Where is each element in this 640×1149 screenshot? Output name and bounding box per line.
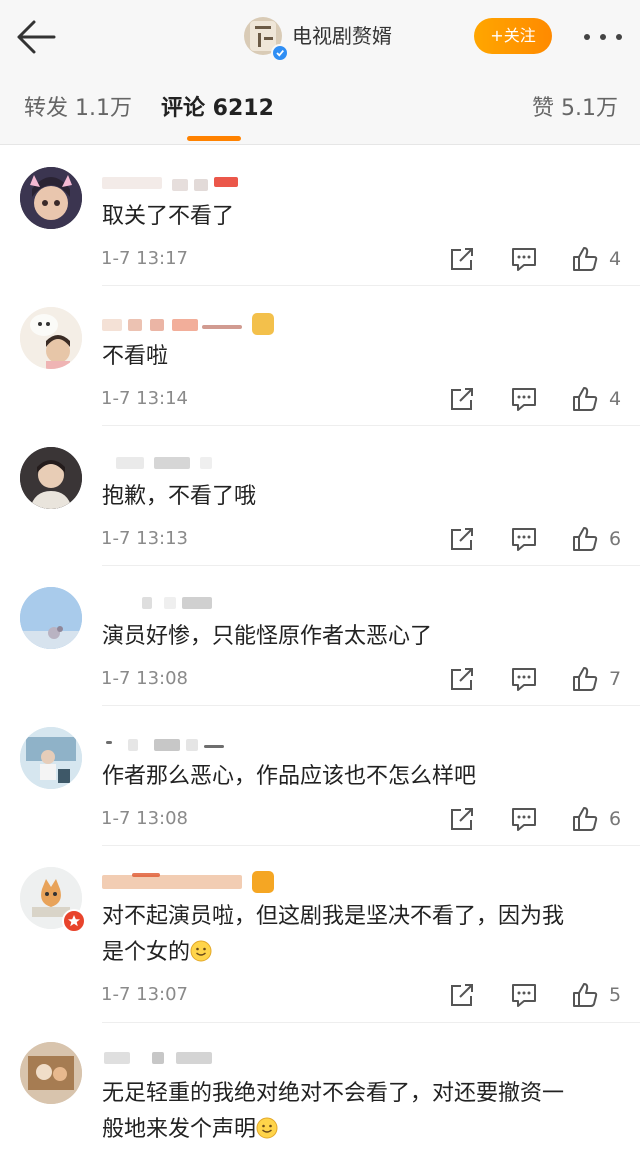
comment-text: 演员好惨，只能怪原作者太恶心了 [102,624,433,649]
repost-icon[interactable] [449,386,475,412]
repost-icon[interactable] [449,246,475,272]
like-icon[interactable] [572,982,598,1008]
more-icon[interactable] [584,34,624,40]
like-count: 4 [609,388,622,410]
tab-comments[interactable]: 评论 6212 [161,94,274,124]
like-count: 5 [609,984,622,1006]
top-bar: 电视剧赘婿 +关注 [0,0,640,72]
comment-text-line: 是个女的 [102,935,612,971]
like-icon[interactable] [572,246,598,272]
comment-text: 无足轻重的我绝对绝对不会看了，对还要撤资一 般地来发个声明 [102,1076,612,1148]
comment-text-line: 般地来发个声明 [102,1112,612,1148]
comment-divider [102,285,640,286]
comment-divider [102,845,640,846]
comment-text-line: 无足轻重的我绝对绝对不会看了，对还要撤资一 [102,1081,565,1106]
like-icon[interactable] [572,806,598,832]
reply-icon[interactable] [511,982,537,1008]
reply-icon[interactable] [511,246,537,272]
avatar[interactable] [20,587,82,649]
repost-icon[interactable] [449,666,475,692]
reply-icon[interactable] [511,526,537,552]
like-icon[interactable] [572,386,598,412]
reply-icon[interactable] [511,386,537,412]
active-tab-indicator [187,136,241,141]
avatar[interactable] [20,447,82,509]
tab-bar: 转发 1.1万 评论 6212 赞 5.1万 [0,72,640,144]
comment-divider [102,1022,640,1023]
verified-icon [271,44,289,62]
avatar[interactable] [20,1042,82,1104]
avatar[interactable] [20,307,82,369]
like-count: 7 [609,668,622,690]
like-icon[interactable] [572,666,598,692]
comment-text-line: 对不起演员啦，但这剧我是坚决不看了，因为我 [102,904,565,929]
official-badge-icon [62,909,86,933]
like-icon[interactable] [572,526,598,552]
follow-button[interactable]: +关注 [474,18,552,54]
comment-text: 取关了不看了 [102,204,235,229]
tab-likes[interactable]: 赞 5.1万 [532,94,618,124]
divider [0,144,640,145]
tab-reposts[interactable]: 转发 1.1万 [24,94,132,124]
account-name[interactable]: 电视剧赘婿 [292,22,392,50]
like-count: 4 [609,248,622,270]
repost-icon[interactable] [449,982,475,1008]
comment-divider [102,705,640,706]
avatar[interactable] [20,727,82,789]
repost-icon[interactable] [449,526,475,552]
comment-time: 1-7 13:13 [101,528,188,549]
comment-text: 对不起演员啦，但这剧我是坚决不看了，因为我 是个女的 [102,899,612,971]
smile-emoji-icon [190,940,212,962]
member-badge-icon [252,871,274,893]
comment-divider [102,565,640,566]
repost-icon[interactable] [449,806,475,832]
back-arrow-icon[interactable] [14,18,58,56]
comment-text-end: 是个女的 [102,940,191,965]
member-badge-icon [252,313,274,335]
comment-text: 抱歉，不看了哦 [102,484,257,509]
avatar[interactable] [20,167,82,229]
smile-emoji-icon [256,1117,278,1139]
comment-text: 作者那么恶心，作品应该也不怎么样吧 [102,764,477,789]
reply-icon[interactable] [511,666,537,692]
comment-time: 1-7 13:07 [101,984,188,1005]
like-count: 6 [609,528,622,550]
comment-time: 1-7 13:08 [101,668,188,689]
comment-time: 1-7 13:14 [101,388,188,409]
comment-time: 1-7 13:08 [101,808,188,829]
like-count: 6 [609,808,622,830]
comment-text-end: 般地来发个声明 [102,1117,257,1142]
reply-icon[interactable] [511,806,537,832]
comment-time: 1-7 13:17 [101,248,188,269]
comment-divider [102,425,640,426]
comment-text: 不看啦 [102,344,169,369]
